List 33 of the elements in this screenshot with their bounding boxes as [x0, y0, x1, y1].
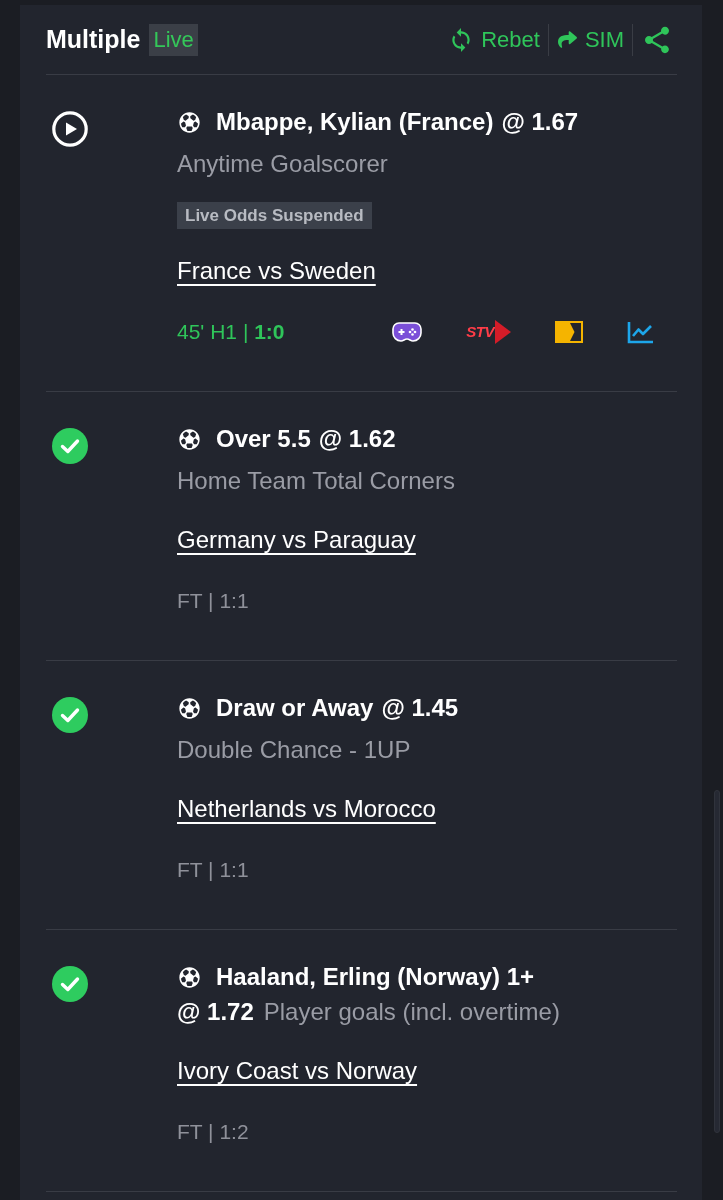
selection-name: Haaland, Erling (Norway) 1+ [216, 962, 535, 992]
market-name: Home Team Total Corners [177, 466, 455, 496]
match-score: FT | 1:1 [177, 588, 249, 615]
play-triangle-icon [495, 320, 511, 344]
line-chart-icon[interactable] [627, 320, 654, 344]
match-link[interactable]: Ivory Coast vs Norway [177, 1054, 418, 1088]
label-icon[interactable] [555, 321, 583, 343]
forward-arrow-icon [556, 30, 578, 49]
selection-name: Draw or Away [216, 693, 374, 723]
odds-value: @ 1.45 [381, 693, 459, 723]
game-controller-icon[interactable] [392, 321, 423, 343]
match-link[interactable]: Germany vs Paraguay [177, 523, 416, 557]
odds-value: @ 1.72 [177, 996, 254, 1027]
play-circle-icon[interactable] [52, 111, 88, 147]
sim-button[interactable]: SIM [556, 23, 624, 56]
selection-name: Mbappe, Kylian (France) [216, 107, 494, 137]
rebet-button[interactable]: Rebet [448, 23, 540, 56]
match-score: 45' H1 | 1:0 [177, 319, 285, 346]
match-link[interactable]: Netherlands vs Morocco [177, 792, 436, 826]
match-link[interactable]: France vs Sweden [177, 254, 376, 288]
suspended-notice: Live Odds Suspended [177, 202, 372, 229]
scrollbar-thumb[interactable] [714, 790, 720, 1133]
odds-value: @ 1.62 [318, 424, 396, 454]
selection-name: Over 5.5 [216, 424, 311, 454]
tv-channel-link[interactable]: STV [466, 317, 511, 347]
bet-type-title: Multiple [46, 23, 141, 55]
live-badge: Live [149, 23, 198, 56]
market-name: Anytime Goalscorer [177, 149, 388, 179]
market-name: Player goals (incl. overtime) [263, 996, 560, 1027]
market-name: Double Chance - 1UP [177, 735, 411, 765]
match-score: FT | 1:2 [177, 1119, 249, 1146]
match-score: FT | 1:1 [177, 857, 249, 884]
odds-value: @ 1.67 [501, 107, 579, 137]
